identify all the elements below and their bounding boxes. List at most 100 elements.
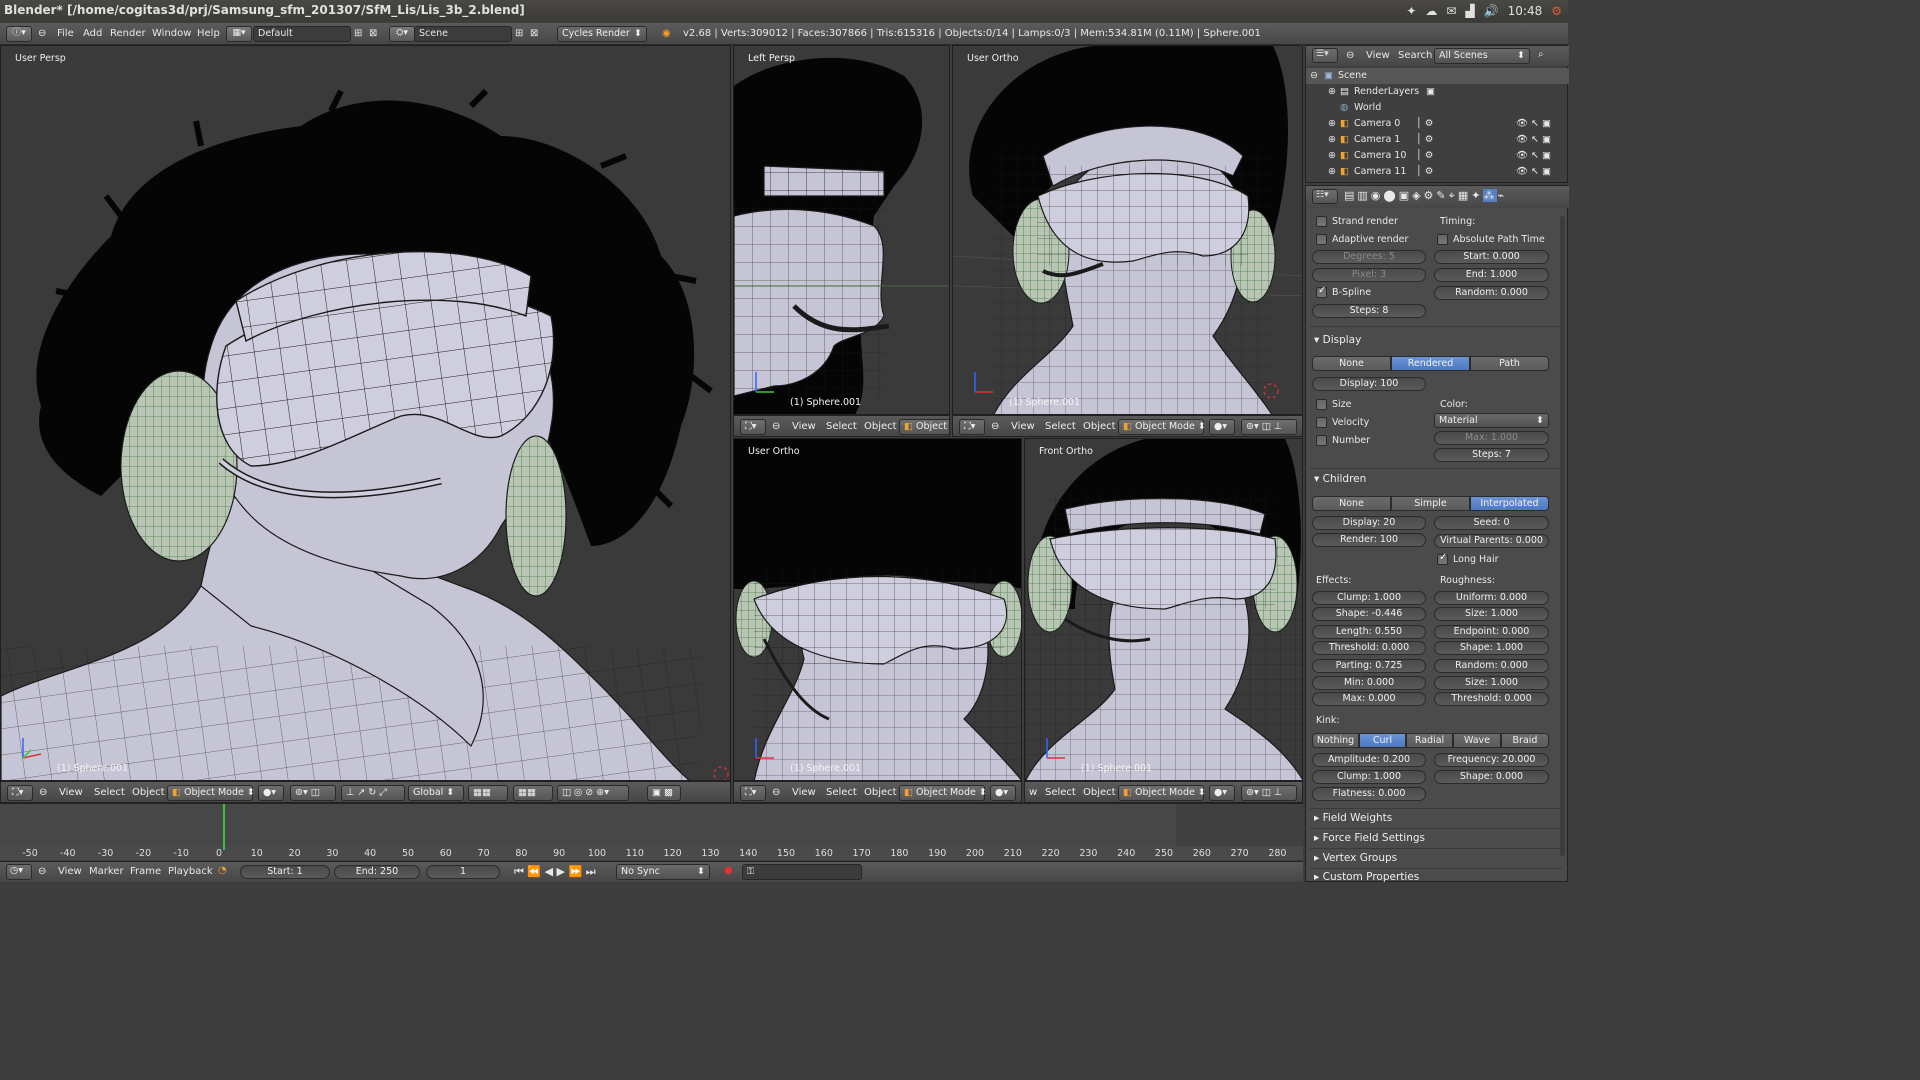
menu-frame[interactable]: Frame	[130, 866, 161, 877]
force-field-settings-section[interactable]: ▸ Force Field Settings	[1314, 832, 1425, 844]
mode-dropdown[interactable]: ◧ Object Mode ⬍	[1118, 785, 1206, 801]
children-tab-none[interactable]: None	[1312, 496, 1391, 511]
outliner-item-world[interactable]: ◍ World	[1306, 100, 1569, 116]
collapse-icon[interactable]: ⊖	[38, 866, 46, 877]
bspline-checkbox[interactable]: ✓	[1316, 285, 1327, 298]
menu-marker[interactable]: Marker	[89, 866, 124, 877]
collapse-icon[interactable]: ⊖	[991, 421, 999, 432]
velocity-checkbox[interactable]	[1316, 417, 1327, 428]
outliner-item-scene[interactable]: ⊖ ▣ Scene	[1306, 68, 1569, 84]
menu-view[interactable]: w	[1029, 787, 1037, 798]
shading-dropdown[interactable]: ●▾	[1209, 419, 1235, 435]
pivot-dropdown[interactable]: ⊚▾ ◫ ⊥	[1241, 419, 1297, 435]
editor-type-button[interactable]: ⛶▾	[740, 785, 766, 801]
menu-view[interactable]: View	[58, 866, 82, 877]
clock[interactable]: 10:48	[1508, 4, 1543, 18]
shape-field[interactable]: Shape: -0.446	[1312, 607, 1426, 621]
properties-scrollbar[interactable]	[1560, 216, 1565, 856]
power-icon[interactable]: ⚙	[1551, 4, 1562, 18]
editor-type-button[interactable]: ☷▾	[1312, 189, 1338, 204]
kink-tab-nothing[interactable]: Nothing	[1312, 733, 1359, 748]
pivot-dropdown[interactable]: ⊚▾ ◫	[290, 785, 336, 801]
sync-dropdown[interactable]: No Sync ⬍	[616, 864, 710, 880]
outliner-item-camera-1[interactable]: ⊕ ◧ Camera 1 │ ⚙ 👁 ↖ ▣	[1306, 132, 1569, 148]
menu-object[interactable]: Object	[864, 787, 897, 798]
virtual-parents-field[interactable]: Virtual Parents: 0.000	[1434, 534, 1549, 548]
menu-select[interactable]: Select	[1045, 421, 1076, 432]
menu-file[interactable]: File	[57, 28, 74, 39]
scene-icon[interactable]: ⛭▾	[389, 26, 415, 42]
orientation-dropdown[interactable]: Global ⬍	[408, 785, 464, 801]
timeline-area[interactable]: -50 -40 -30 -20 -10 0 10 20 30 40 50 60 70 80 90 100 110…	[0, 803, 1303, 860]
outliner-item-camera-11[interactable]: ⊕ ◧ Camera 11 │ ⚙ 👁 ↖ ▣	[1306, 164, 1569, 180]
adaptive-render-checkbox[interactable]	[1316, 234, 1327, 245]
kink-clump-field[interactable]: Clump: 1.000	[1312, 770, 1426, 784]
child-display-field[interactable]: Display: 20	[1312, 516, 1426, 530]
menu-render[interactable]: Render	[110, 28, 146, 39]
vertex-groups-section[interactable]: ▸ Vertex Groups	[1314, 852, 1397, 864]
kink-tab-braid[interactable]: Braid	[1501, 733, 1549, 748]
custom-properties-section[interactable]: ▸ Custom Properties	[1314, 871, 1419, 883]
kink-shape-field[interactable]: Shape: 0.000	[1434, 770, 1549, 784]
menu-select[interactable]: Select	[1045, 787, 1076, 798]
long-hair-checkbox[interactable]: ✓	[1437, 552, 1448, 565]
editor-type-button[interactable]: ⛶▾	[7, 785, 33, 801]
steps-field[interactable]: Steps: 8	[1312, 304, 1426, 318]
render-preview-buttons[interactable]: ▣ ▩	[647, 785, 681, 801]
display-section-header[interactable]: ▾ Display	[1314, 334, 1361, 346]
cloud-icon[interactable]: ☁	[1425, 4, 1437, 18]
menu-view[interactable]: View	[1011, 421, 1035, 432]
menu-view[interactable]: View	[792, 787, 816, 798]
pixel-field[interactable]: Pixel: 3	[1312, 268, 1426, 282]
volume-icon[interactable]: 🔊	[1484, 4, 1499, 18]
timeline-frame-cursor[interactable]	[223, 804, 225, 850]
start-frame-field[interactable]: Start: 1	[240, 865, 330, 879]
keying-set-field[interactable]: ⚿	[742, 864, 862, 880]
menu-select[interactable]: Select	[94, 787, 125, 798]
preview-range-icon[interactable]: ◔	[218, 865, 227, 876]
scene-field[interactable]: Scene	[414, 26, 512, 42]
collapse-icon[interactable]: ⊖	[772, 421, 780, 432]
roughness-random-field[interactable]: Random: 0.000	[1434, 659, 1549, 673]
remove-scene-icon[interactable]: ⊠	[530, 28, 538, 39]
mode-dropdown[interactable]: ◧ Object M	[899, 419, 949, 435]
roughness-size2-field[interactable]: Size: 1.000	[1434, 676, 1549, 690]
collapse-icon[interactable]: ⊖	[38, 28, 46, 39]
shading-dropdown[interactable]: ●▾	[990, 785, 1016, 801]
field-weights-section[interactable]: ▸ Field Weights	[1314, 812, 1392, 824]
display-tab-rendered[interactable]: Rendered	[1391, 356, 1470, 371]
end-frame-field[interactable]: End: 250	[334, 865, 420, 879]
editor-type-button[interactable]: ☰▾	[1312, 48, 1338, 63]
menu-select[interactable]: Select	[826, 787, 857, 798]
display-mode-dropdown[interactable]: All Scenes ⬍	[1434, 48, 1530, 64]
manipulator-buttons[interactable]: ⊥ ↗ ↻ ⤢	[341, 785, 405, 801]
record-icon[interactable]: ●	[724, 865, 733, 876]
collapse-icon[interactable]: ⊖	[772, 787, 780, 798]
viewport-front-ortho[interactable]: Front Ortho (1) Sphere.001	[1024, 438, 1303, 781]
child-render-field[interactable]: Render: 100	[1312, 533, 1426, 547]
snap-buttons[interactable]: ◫ ◎ ⊘ ⊕▾	[557, 785, 629, 801]
end-field[interactable]: End: 1.000	[1434, 268, 1549, 282]
outliner-item-renderlayers[interactable]: ⊕ ▤ RenderLayers ▣	[1306, 84, 1569, 100]
menu-select[interactable]: Select	[826, 421, 857, 432]
mode-dropdown[interactable]: ◧ Object Mode ⬍	[1118, 419, 1206, 435]
menu-object[interactable]: Object	[1083, 421, 1116, 432]
viewport-user-persp[interactable]: User Persp (1) Sphere.001	[0, 45, 731, 781]
parting-field[interactable]: Parting: 0.725	[1312, 659, 1426, 673]
display-tab-none[interactable]: None	[1312, 356, 1391, 371]
menu-object[interactable]: Object	[1083, 787, 1116, 798]
display-tab-path[interactable]: Path	[1470, 356, 1549, 371]
mode-dropdown[interactable]: ◧ Object Mode ⬍	[899, 785, 987, 801]
playback-controls[interactable]: ⏮ ⏪ ◀ ▶ ⏩ ⏭	[514, 865, 596, 879]
viewport-user-ortho-top[interactable]: User Ortho (1) Sphere.001	[952, 45, 1303, 415]
collapse-icon[interactable]: ⊖	[1346, 50, 1354, 61]
collapse-icon[interactable]: ⊖	[39, 787, 47, 798]
menu-playback[interactable]: Playback	[168, 866, 213, 877]
children-section-header[interactable]: ▾ Children	[1314, 473, 1366, 485]
frequency-field[interactable]: Frequency: 20.000	[1434, 753, 1549, 767]
current-frame-field[interactable]: 1	[426, 865, 500, 879]
add-scene-icon[interactable]: ⊞	[515, 28, 523, 39]
size-checkbox[interactable]	[1316, 399, 1327, 410]
pivot-dropdown[interactable]: ⊚▾ ◫ ⊥	[1241, 785, 1297, 801]
color-dropdown[interactable]: Material ⬍	[1434, 413, 1549, 428]
